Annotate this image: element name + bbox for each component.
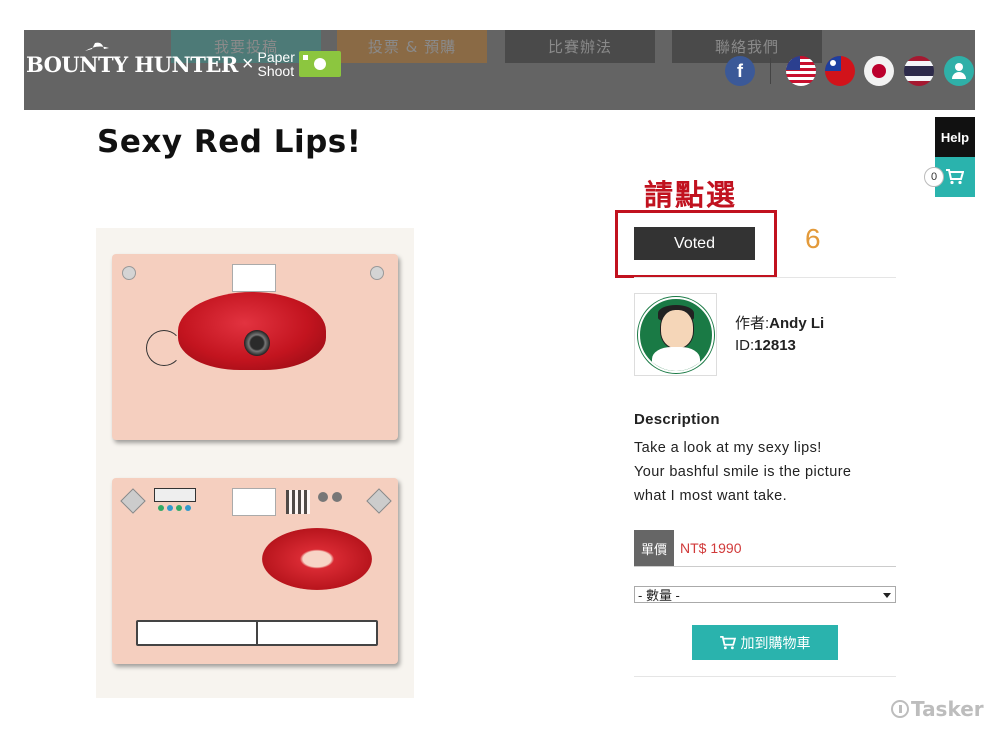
thailand-flag-icon[interactable] [904,56,934,86]
nav-rules[interactable]: 比賽辦法 [505,30,655,63]
viewfinder [232,488,276,516]
product-image [96,228,414,698]
ring-icon [146,330,182,366]
logo-cross: × [241,52,254,75]
price-row: 單價 NT$ 1990 [634,530,896,567]
counter-panel [154,488,196,502]
add-to-cart-button[interactable]: 加到購物車 [692,625,838,660]
author-avatar[interactable] [634,293,717,376]
author-name[interactable]: Andy Li [769,315,824,332]
lens-icon [244,330,270,356]
description-heading: Description [634,411,720,428]
vote-count: 6 [805,223,821,254]
bolt-icon [366,488,392,514]
divider [634,676,896,677]
site-header: 我要投稿 投票 & 預購 比賽辦法 聯絡我們 BOUNTY HUNTER × P… [24,30,975,110]
watermark: Tasker [891,697,984,721]
logo-partner: Paper Shoot [257,49,295,79]
divider [634,277,896,278]
site-logo[interactable]: BOUNTY HUNTER × Paper Shoot [26,42,341,84]
button-dot [332,492,342,502]
button-dot [318,492,328,502]
kiss-print-graphic [262,528,372,590]
author-line: 作者:Andy Li [735,312,824,333]
watermark-text: Tasker [911,697,984,721]
cart-icon [946,169,964,185]
facebook-icon[interactable]: f [725,56,755,86]
quantity-select[interactable]: - 數量 - [634,586,896,603]
author-prefix: 作者: [735,315,770,332]
logo-brand: BOUNTY HUNTER [26,42,238,77]
japan-flag-icon[interactable] [864,56,894,86]
quantity-placeholder: - 數量 - [638,588,680,603]
viewfinder [232,264,276,292]
camera-front-design [112,254,398,440]
dropdown-arrow-icon [883,593,891,598]
vote-button[interactable]: Voted [634,227,755,260]
click-prompt: 請點選 [644,178,738,212]
camera-back-design [112,478,398,664]
description-line: what I most want take. [634,488,788,504]
description-text: Take a look at my sexy lips! Your bashfu… [634,436,904,508]
nav-vote-preorder[interactable]: 投票 & 預購 [337,30,487,63]
id-prefix: ID: [735,337,755,354]
price-value: NT$ 1990 [680,540,742,556]
screw-icon [370,266,384,280]
camera-icon [298,51,341,77]
add-to-cart-label: 加到購物車 [740,634,811,651]
qr-code [286,490,310,514]
cart-icon [719,635,736,649]
help-button[interactable]: Help [935,117,975,157]
id-value: 12813 [754,337,796,354]
price-label: 單價 [634,530,674,566]
cart-count-badge: 0 [924,167,944,187]
page-title: Sexy Red Lips! [97,124,362,160]
author-id: ID:12813 [735,337,796,354]
page-frame: 我要投稿 投票 & 預購 比賽辦法 聯絡我們 BOUNTY HUNTER × P… [24,30,975,705]
divider [770,58,771,84]
taiwan-flag-icon[interactable] [825,56,855,86]
tasker-logo-icon [891,700,909,718]
film-slot [136,620,378,646]
screw-icon [122,266,136,280]
avatar-logo [637,296,714,373]
hat-icon [85,42,109,51]
user-icon[interactable] [944,56,974,86]
description-line: Your bashful smile is the picture [634,464,852,480]
description-line: Take a look at my sexy lips! [634,440,822,456]
us-flag-icon[interactable] [786,56,816,86]
bolt-icon [120,488,146,514]
